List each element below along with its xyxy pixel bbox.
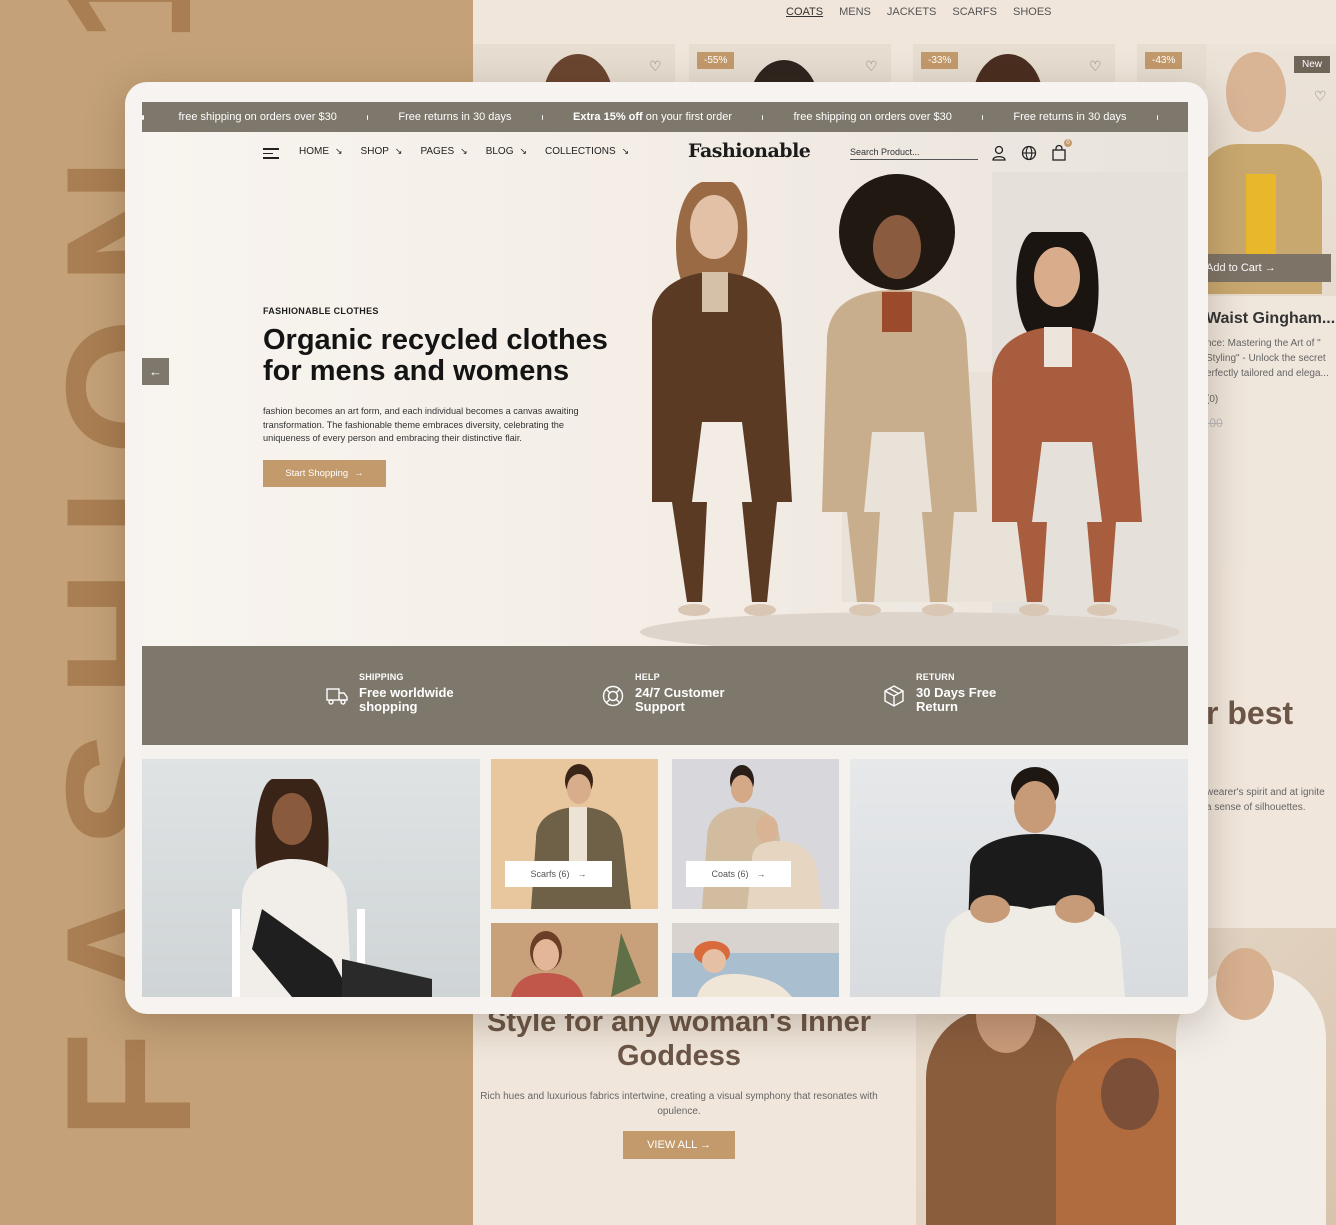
bg-category-tabs: COATS MENS JACKETS SCARFS SHOES xyxy=(786,6,1052,18)
heart-icon[interactable]: ♡ xyxy=(1314,88,1330,104)
collection-tile[interactable] xyxy=(491,923,658,997)
lifebuoy-icon xyxy=(602,685,624,707)
device-frame: free shipping on orders over $30 Free re… xyxy=(125,82,1208,1014)
bg-category-jackets[interactable]: JACKETS xyxy=(887,6,937,18)
feature-return: RETURN 30 Days Free Return xyxy=(882,672,996,714)
user-icon[interactable] xyxy=(990,144,1008,162)
collection-tile-scarfs[interactable]: Scarfs (6) → xyxy=(491,759,658,909)
marquee-dot xyxy=(981,114,984,120)
hamburger-menu-icon[interactable] xyxy=(263,148,279,159)
scarfs-category-button[interactable]: Scarfs (6) → xyxy=(505,861,612,887)
hero-models-image xyxy=(640,172,1188,646)
new-badge: New xyxy=(1293,56,1330,73)
announcement-marquee: free shipping on orders over $30 Free re… xyxy=(142,102,1188,132)
site-logo[interactable]: Fashionable xyxy=(688,140,811,162)
bg-category-scarfs[interactable]: SCARFS xyxy=(952,6,997,18)
box-icon xyxy=(884,685,904,707)
cart-count-badge: 0 xyxy=(1064,139,1072,147)
nav-link-collections[interactable]: COLLECTIONS ↘ xyxy=(545,146,629,157)
marquee-dot xyxy=(1156,114,1158,120)
model-photo xyxy=(511,931,641,997)
nav-links: HOME ↘ SHOP ↘ PAGES ↘ BLOG ↘ COLLECTIONS ↘ xyxy=(299,146,629,157)
bg-best-heading: r best xyxy=(1206,695,1294,731)
globe-icon[interactable] xyxy=(1020,144,1038,162)
marquee-item: free shipping on orders over $30 xyxy=(178,111,337,123)
start-shopping-button[interactable]: Start Shopping → xyxy=(263,459,386,487)
bg-product-reviews: (0) xyxy=(1206,394,1219,405)
bg-product-title: Waist Gingham... xyxy=(1206,310,1336,327)
bg-product-desc: nce: Mastering the Art of " Styling" - U… xyxy=(1206,338,1329,379)
hero-description: fashion becomes an art form, and each in… xyxy=(263,406,579,443)
collection-tile[interactable] xyxy=(850,759,1188,997)
arrow-down-right-icon: ↘ xyxy=(335,146,343,156)
marquee-dot xyxy=(761,114,764,120)
marquee-dot xyxy=(366,114,369,120)
bg-category-coats[interactable]: COATS xyxy=(786,6,823,18)
discount-badge: -55% xyxy=(697,52,735,69)
feature-text: 24/7 Customer Support xyxy=(635,685,725,714)
hero-eyebrow: FASHIONABLE CLOTHES xyxy=(263,306,379,316)
arrow-right-icon: → xyxy=(354,467,364,479)
model-photo xyxy=(672,923,839,997)
collection-tile[interactable] xyxy=(142,759,480,997)
model-photo xyxy=(232,779,432,997)
discount-badge: -43% xyxy=(1145,52,1183,69)
arrow-right-icon: → xyxy=(577,869,587,879)
hero-title: Organic recycled clothes for mens and wo… xyxy=(263,324,608,387)
coats-category-button[interactable]: Coats (6) → xyxy=(686,861,791,887)
shopping-bag-icon[interactable] xyxy=(1050,144,1068,162)
feature-shipping: SHIPPING Free worldwide shopping xyxy=(325,672,454,714)
marquee-item: Free returns in 30 days xyxy=(1013,111,1127,123)
marquee-dot xyxy=(142,114,144,120)
model-photo xyxy=(940,767,1125,997)
view-all-button[interactable]: VIEW ALL → xyxy=(623,1131,735,1159)
bg-category-mens[interactable]: MENS xyxy=(839,6,871,18)
nav-link-blog[interactable]: BLOG ↘ xyxy=(486,146,527,157)
feature-help: HELP 24/7 Customer Support xyxy=(601,672,725,714)
slider-prev-button[interactable]: ← xyxy=(142,358,169,385)
arrow-down-right-icon: ↘ xyxy=(621,146,630,156)
bg-product-card-featured: New ♡ Add to Cart → Waist Gingham... nce… xyxy=(1206,44,1336,564)
collection-tile-coats[interactable]: Coats (6) → xyxy=(672,759,839,909)
arrow-down-right-icon: ↘ xyxy=(519,146,528,156)
arrow-right-icon: → xyxy=(756,869,766,879)
feature-label: RETURN xyxy=(916,672,955,682)
bg-goddess-title: Style for any woman's Inner Goddess xyxy=(487,1006,871,1072)
marquee-item: free shipping on orders over $30 xyxy=(793,111,952,123)
truck-icon xyxy=(326,688,348,705)
collection-grid: Scarfs (6) → Coats (6) → xyxy=(142,745,1188,997)
feature-text: Free worldwide shopping xyxy=(359,685,454,714)
nav-link-pages[interactable]: PAGES ↘ xyxy=(420,146,467,157)
bg-goddess-desc: Rich hues and luxurious fabrics intertwi… xyxy=(480,1091,878,1117)
hero-text-block: FASHIONABLE CLOTHES Organic recycled clo… xyxy=(263,306,623,487)
arrow-down-right-icon: ↘ xyxy=(460,146,468,156)
main-navigation: HOME ↘ SHOP ↘ PAGES ↘ BLOG ↘ COLLECTIONS ↘ Fa… xyxy=(142,132,1188,174)
search-input[interactable] xyxy=(850,144,978,160)
collection-tile[interactable] xyxy=(672,923,839,997)
hero-section: HOME ↘ SHOP ↘ PAGES ↘ BLOG ↘ COLLECTIONS ↘ Fa… xyxy=(142,132,1188,646)
marquee-item: Free returns in 30 days xyxy=(398,111,512,123)
discount-badge: -33% xyxy=(921,52,959,69)
feature-text: 30 Days Free Return xyxy=(916,685,997,714)
feature-label: HELP xyxy=(635,672,660,682)
heart-icon[interactable]: ♡ xyxy=(865,58,881,74)
marquee-dot xyxy=(541,114,544,120)
add-to-cart-button[interactable]: Add to Cart → xyxy=(1206,254,1331,282)
bg-category-shoes[interactable]: SHOES xyxy=(1013,6,1052,18)
heart-icon[interactable]: ♡ xyxy=(1089,58,1105,74)
features-band: SHIPPING Free worldwide shopping HELP 24/… xyxy=(142,646,1188,745)
nav-link-home[interactable]: HOME ↘ xyxy=(299,146,343,157)
bg-goddess-section: Style for any woman's Inner Goddess Rich… xyxy=(473,1005,885,1159)
heart-icon[interactable]: ♡ xyxy=(649,58,665,74)
feature-label: SHIPPING xyxy=(359,672,404,682)
arrow-down-right-icon: ↘ xyxy=(394,146,403,156)
bg-best-desc: wearer's spirit and at ignite a sense of… xyxy=(1206,787,1325,813)
website-screen: free shipping on orders over $30 Free re… xyxy=(142,102,1188,997)
nav-link-shop[interactable]: SHOP ↘ xyxy=(361,146,403,157)
bg-product-price: .00 xyxy=(1206,416,1223,430)
marquee-item: Extra 15% off on your first order xyxy=(573,111,732,123)
